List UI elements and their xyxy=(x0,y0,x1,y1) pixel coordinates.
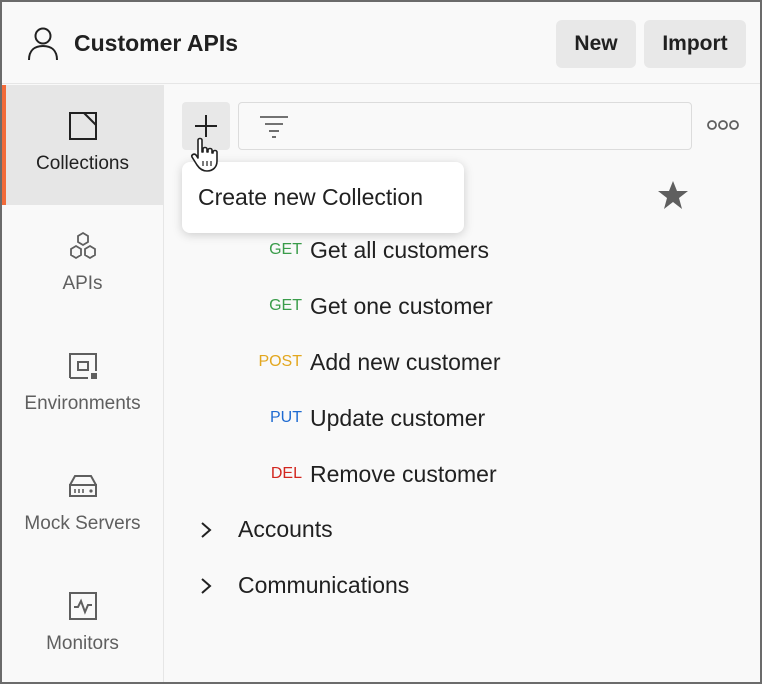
request-item[interactable]: DEL Remove customer xyxy=(165,454,725,494)
sidebar-item-mock-servers[interactable]: Mock Servers xyxy=(2,445,163,565)
tooltip: Create new Collection xyxy=(182,162,464,233)
request-name: Add new customer xyxy=(310,348,501,375)
method-badge: GET xyxy=(269,297,302,314)
user-icon xyxy=(28,27,58,61)
sidebar-item-apis[interactable]: APIs xyxy=(2,205,163,325)
method-badge: PUT xyxy=(270,409,302,426)
collections-icon xyxy=(68,112,97,140)
filter-icon xyxy=(260,116,288,138)
sidebar-item-environments[interactable]: Environments xyxy=(2,325,163,445)
chevron-right-icon[interactable] xyxy=(198,577,214,595)
request-item[interactable]: GET Get one customer xyxy=(165,286,725,326)
method-badge: POST xyxy=(258,353,302,370)
workspace-header: Customer APIs New Import xyxy=(2,2,760,84)
request-name: Get one customer xyxy=(310,292,493,319)
sidebar-item-label: APIs xyxy=(62,273,103,294)
method-badge: GET xyxy=(269,241,302,258)
monitors-icon xyxy=(68,592,97,620)
tooltip-text: Create new Collection xyxy=(198,184,424,210)
new-button[interactable]: New xyxy=(556,20,636,68)
request-item[interactable]: GET Get all customers xyxy=(165,230,725,270)
folder-item[interactable]: Communications xyxy=(165,566,725,606)
sidebar-item-label: Collections xyxy=(36,153,129,174)
collections-panel: GET Get all customers GET Get one custom… xyxy=(165,85,760,682)
folder-name: Communications xyxy=(238,572,410,598)
request-name: Get all customers xyxy=(310,236,489,263)
more-options-icon[interactable] xyxy=(707,118,739,132)
chevron-right-icon[interactable] xyxy=(198,521,214,539)
sidebar-item-label: Monitors xyxy=(46,633,119,654)
hand-cursor-icon xyxy=(191,137,218,172)
environments-icon xyxy=(68,353,97,379)
request-item[interactable]: PUT Update customer xyxy=(165,398,725,438)
workspace-title: Customer APIs xyxy=(74,30,239,56)
request-name: Update customer xyxy=(310,404,486,431)
plus-icon xyxy=(195,115,217,137)
sidebar: Collections APIs Environments Mock Serve… xyxy=(2,85,164,682)
method-badge: DEL xyxy=(270,465,302,482)
sidebar-item-label: Mock Servers xyxy=(24,513,141,534)
mock-servers-icon xyxy=(68,475,97,497)
sidebar-item-monitors[interactable]: Monitors xyxy=(2,565,163,682)
app-window: Customer APIs New Import Collections API… xyxy=(0,0,762,684)
folder-item[interactable]: Accounts xyxy=(165,510,725,550)
apis-icon xyxy=(69,231,96,260)
sidebar-item-collections[interactable]: Collections xyxy=(2,85,163,205)
sidebar-item-label: Environments xyxy=(24,393,141,414)
import-button[interactable]: Import xyxy=(644,20,746,68)
request-name: Remove customer xyxy=(310,460,497,487)
folder-name: Accounts xyxy=(238,516,333,542)
filter-input[interactable] xyxy=(238,102,692,150)
request-item[interactable]: POST Add new customer xyxy=(165,342,725,382)
star-icon[interactable] xyxy=(657,179,689,211)
